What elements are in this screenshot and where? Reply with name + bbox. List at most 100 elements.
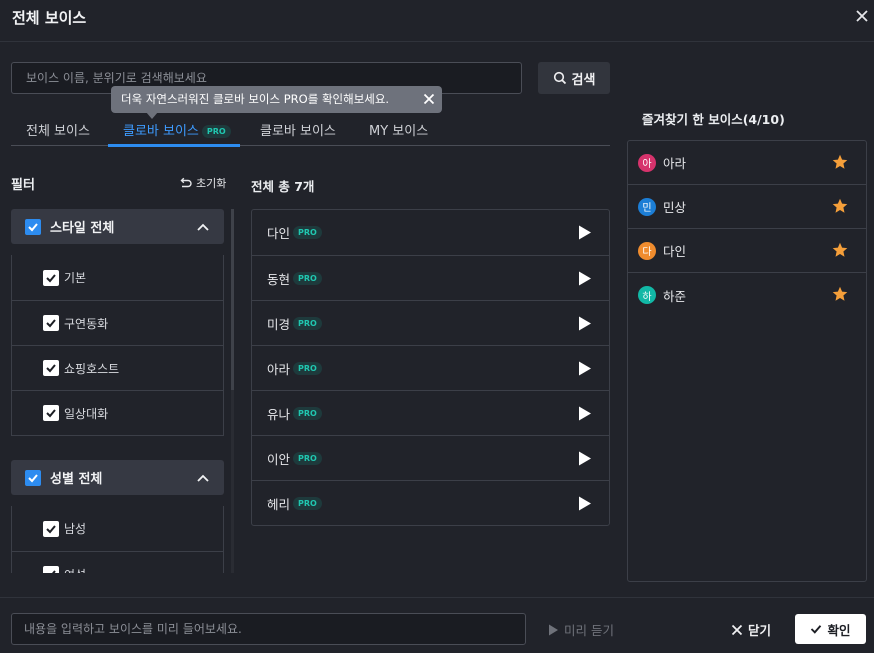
checkbox[interactable] [25, 218, 41, 235]
star-icon[interactable] [832, 198, 848, 214]
tab-clova-voice-pro[interactable]: 클로바 보이스 PRO [123, 120, 231, 139]
confirm-button[interactable]: 확인 [795, 614, 866, 644]
star-icon[interactable] [832, 154, 848, 170]
pro-badge: PRO [201, 125, 231, 138]
filter-group-options: 기본 구연동화 쇼핑호스트 일상대화 [11, 255, 224, 436]
filter-option[interactable]: 구연동화 [12, 300, 223, 345]
check-icon [46, 273, 56, 282]
tab-label: 클로바 보이스 [260, 124, 336, 139]
filter-option[interactable]: 일상대화 [12, 390, 223, 435]
voice-row[interactable]: 헤리 PRO [252, 480, 609, 525]
close-button[interactable]: 닫기 [731, 620, 771, 639]
pro-badge: PRO [293, 451, 322, 465]
close-icon[interactable] [852, 6, 872, 26]
tab-clova-voice[interactable]: 클로바 보이스 [260, 120, 336, 139]
preview-label: 미리 듣기 [564, 623, 614, 638]
voice-name: 아라 [267, 361, 291, 377]
play-icon[interactable] [578, 225, 592, 240]
check-icon [28, 473, 38, 482]
option-label: 일상대화 [64, 406, 109, 421]
favorite-item[interactable]: 다 다인 [628, 229, 866, 273]
play-icon[interactable] [578, 361, 592, 376]
confirm-label: 확인 [827, 622, 851, 638]
preview-text-input[interactable]: 내용을 입력하고 보이스를 미리 들어보세요. [11, 613, 526, 645]
option-label: 구연동화 [64, 316, 109, 331]
pro-badge: PRO [293, 406, 322, 420]
filter-scroll-clip: 성별 전체 남성 여성 [0, 450, 240, 573]
reset-button[interactable]: 초기화 [179, 175, 226, 191]
avatar: 아 [638, 153, 656, 172]
search-icon [553, 71, 566, 85]
play-icon[interactable] [578, 406, 592, 421]
tooltip-arrow [146, 112, 158, 119]
favorite-item[interactable]: 민 민상 [628, 185, 866, 229]
favorite-name: 민상 [663, 200, 687, 215]
reset-label: 초기화 [196, 177, 227, 190]
filter-option[interactable]: 기본 [12, 255, 223, 300]
play-icon[interactable] [578, 496, 592, 511]
check-icon [46, 319, 56, 328]
voice-row[interactable]: 유나 PRO [252, 390, 609, 435]
voice-name: 다인 [267, 226, 291, 241]
avatar: 민 [638, 197, 656, 216]
dialog-title: 전체 보이스 [12, 9, 87, 27]
play-icon[interactable] [578, 271, 592, 286]
filter-option[interactable]: 남성 [12, 506, 223, 551]
favorite-name: 하준 [663, 288, 687, 304]
voice-name: 동현 [267, 271, 291, 287]
play-icon[interactable] [578, 451, 592, 466]
search-button-label: 검색 [571, 72, 596, 88]
check-icon [811, 625, 822, 634]
pro-badge: PRO [293, 361, 322, 375]
filter-option[interactable]: 쇼핑호스트 [12, 345, 223, 390]
close-icon [731, 624, 743, 635]
checkbox[interactable] [25, 469, 41, 486]
option-label: 기본 [64, 271, 87, 285]
check-icon [46, 409, 56, 418]
dialog-header [0, 0, 874, 42]
search-button[interactable]: 검색 [538, 62, 610, 94]
chevron-up-icon[interactable] [196, 471, 210, 485]
option-label: 쇼핑호스트 [64, 361, 120, 376]
checkbox[interactable] [43, 315, 59, 331]
favorite-item[interactable]: 아 아라 [628, 141, 866, 185]
filter-scrollbar-thumb[interactable] [231, 209, 234, 390]
voice-name: 헤리 [267, 496, 291, 512]
voice-row[interactable]: 이안 PRO [252, 435, 609, 480]
favorite-name: 다인 [663, 244, 687, 259]
pro-tooltip: 더욱 자연스러워진 클로바 보이스 PRO를 확인해보세요. [111, 86, 442, 113]
filter-group-label: 성별 전체 [50, 472, 103, 487]
voice-row[interactable]: 아라 PRO [252, 345, 609, 390]
preview-listen-button[interactable]: 미리 듣기 [548, 620, 614, 639]
tooltip-text: 더욱 자연스러워진 클로바 보이스 PRO를 확인해보세요. [121, 92, 390, 106]
checkbox[interactable] [43, 520, 59, 537]
checkbox[interactable] [43, 405, 59, 421]
play-icon[interactable] [578, 316, 592, 331]
filter-group-label: 스타일 전체 [50, 221, 115, 236]
voice-row[interactable]: 미경 PRO [252, 300, 609, 345]
voice-count-title: 전체 총 7개 [251, 179, 315, 194]
voice-list: 다인 PRO 동현 PRO 미경 PRO 아라 PRO 유나 PRO 이안 PRO 헤리 PR… [251, 209, 610, 526]
voice-row[interactable]: 동현 PRO [252, 255, 609, 300]
filter-option[interactable]: 여성 [12, 551, 223, 573]
favorites-title: 즐겨찾기 한 보이스(4/10) [642, 112, 785, 127]
tab-all-voices[interactable]: 전체 보이스 [26, 120, 90, 139]
star-icon[interactable] [832, 286, 848, 302]
tab-label: 클로바 보이스 [123, 124, 199, 139]
tooltip-close-icon[interactable] [421, 91, 437, 107]
checkbox[interactable] [43, 360, 59, 376]
check-icon [46, 364, 56, 373]
footer-divider [0, 597, 874, 598]
voice-row[interactable]: 다인 PRO [252, 210, 609, 255]
tabs-divider [11, 145, 610, 146]
filter-group-gender[interactable]: 성별 전체 [11, 460, 224, 495]
star-icon[interactable] [832, 242, 848, 258]
chevron-up-icon[interactable] [196, 220, 210, 234]
voice-name: 미경 [267, 316, 291, 332]
tab-my-voice[interactable]: MY 보이스 [369, 120, 428, 139]
filter-group-style[interactable]: 스타일 전체 [11, 209, 224, 244]
checkbox[interactable] [43, 269, 59, 286]
favorite-name: 아라 [663, 156, 687, 171]
favorite-item[interactable]: 하 하준 [628, 273, 866, 317]
checkbox[interactable] [43, 566, 59, 573]
